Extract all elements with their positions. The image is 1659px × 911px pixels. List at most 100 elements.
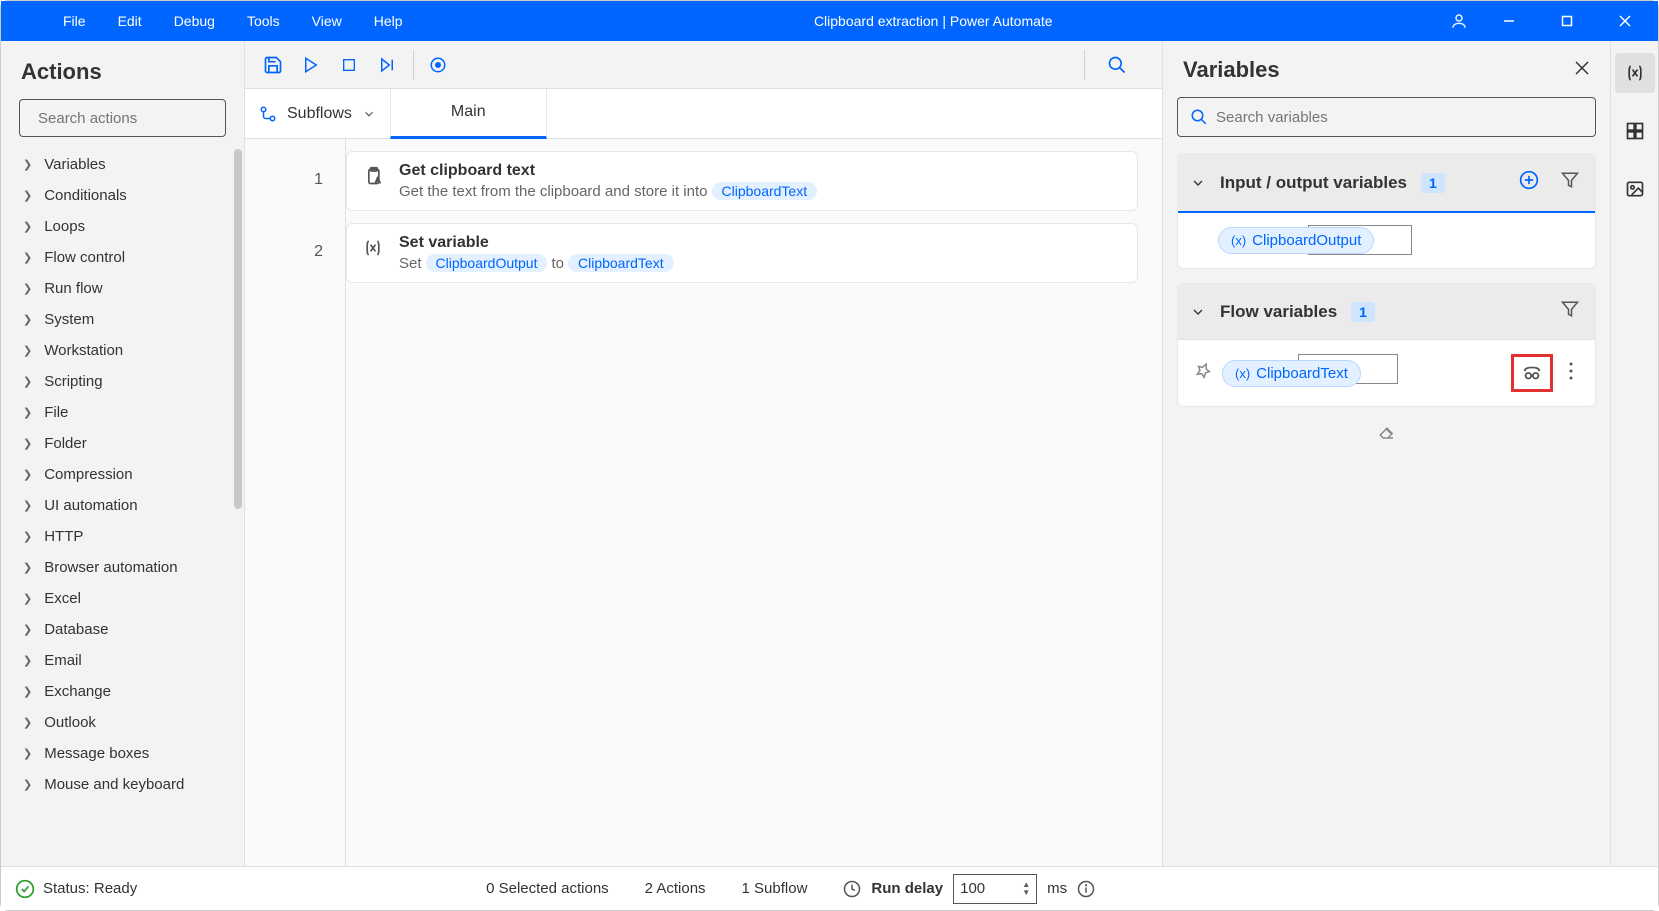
category-http[interactable]: ❯HTTP (1, 521, 244, 552)
chevron-down-icon[interactable] (1190, 304, 1206, 320)
window-title: Clipboard extraction | Power Automate (417, 13, 1450, 29)
menu-tools[interactable]: Tools (233, 9, 294, 33)
category-outlook[interactable]: ❯Outlook (1, 707, 244, 738)
chevron-right-icon: ❯ (23, 499, 32, 512)
actions-panel: Actions ❯Variables ❯Conditionals ❯Loops … (1, 41, 245, 866)
titlebar: File Edit Debug Tools View Help Clipboar… (1, 1, 1658, 41)
spinner-buttons[interactable]: ▲▼ (1022, 881, 1030, 897)
category-conditionals[interactable]: ❯Conditionals (1, 180, 244, 211)
designer-search-button[interactable] (1084, 50, 1148, 80)
step-card[interactable]: Set variable Set ClipboardOutput to Clip… (346, 223, 1138, 283)
category-folder[interactable]: ❯Folder (1, 428, 244, 459)
ready-status-icon (15, 879, 35, 899)
category-database[interactable]: ❯Database (1, 614, 244, 645)
chevron-down-icon[interactable] (1190, 175, 1206, 191)
io-section-title: Input / output variables (1220, 173, 1407, 193)
stop-button[interactable] (335, 51, 363, 79)
subflows-dropdown[interactable]: Subflows (245, 105, 390, 123)
menu-debug[interactable]: Debug (160, 9, 229, 33)
run-delay-input[interactable]: 100 ▲▼ (953, 874, 1037, 904)
chevron-right-icon: ❯ (23, 282, 32, 295)
step-number: 2 (245, 229, 345, 301)
more-options-button[interactable] (1563, 362, 1579, 385)
category-compression[interactable]: ❯Compression (1, 459, 244, 490)
step-title: Set variable (399, 234, 1121, 252)
chevron-right-icon: ❯ (23, 530, 32, 543)
menu-view[interactable]: View (298, 9, 356, 33)
category-ui-automation[interactable]: ❯UI automation (1, 490, 244, 521)
save-button[interactable] (259, 51, 287, 79)
category-excel[interactable]: ❯Excel (1, 583, 244, 614)
flow-variable-row[interactable]: (x)ClipboardText (1178, 340, 1595, 406)
close-button[interactable] (1600, 1, 1650, 41)
delay-unit: ms (1047, 880, 1067, 897)
chevron-right-icon: ❯ (23, 561, 32, 574)
rail-images-button[interactable] (1615, 169, 1655, 209)
maximize-button[interactable] (1542, 1, 1592, 41)
pin-button[interactable] (1194, 362, 1212, 385)
variable-tag[interactable]: (x)ClipboardOutput (1218, 227, 1374, 254)
add-variable-button[interactable] (1515, 166, 1543, 199)
rail-ui-elements-button[interactable] (1615, 111, 1655, 151)
chevron-right-icon: ❯ (23, 375, 32, 388)
category-mouse-keyboard[interactable]: ❯Mouse and keyboard (1, 769, 244, 800)
actions-search[interactable] (19, 99, 226, 137)
variables-search-input[interactable] (1208, 109, 1583, 126)
actions-panel-title: Actions (1, 41, 244, 99)
step-card[interactable]: A Get clipboard text Get the text from t… (346, 151, 1138, 211)
category-system[interactable]: ❯System (1, 304, 244, 335)
step-title: Get clipboard text (399, 162, 1121, 180)
chevron-right-icon: ❯ (23, 313, 32, 326)
chevron-right-icon: ❯ (23, 778, 32, 791)
category-exchange[interactable]: ❯Exchange (1, 676, 244, 707)
record-button[interactable] (424, 51, 452, 79)
variables-search[interactable] (1177, 97, 1596, 137)
variable-tag[interactable]: (x)ClipboardText (1222, 360, 1361, 387)
mark-sensitive-button[interactable] (1511, 354, 1553, 392)
category-scripting[interactable]: ❯Scripting (1, 366, 244, 397)
user-badge[interactable] (1450, 12, 1476, 30)
category-email[interactable]: ❯Email (1, 645, 244, 676)
category-message-boxes[interactable]: ❯Message boxes (1, 738, 244, 769)
step-button[interactable] (373, 51, 401, 79)
clear-variables-button[interactable] (1177, 421, 1596, 447)
chevron-right-icon: ❯ (23, 716, 32, 729)
category-loops[interactable]: ❯Loops (1, 211, 244, 242)
menu-bar: File Edit Debug Tools View Help (1, 9, 417, 33)
run-button[interactable] (297, 51, 325, 79)
chevron-right-icon: ❯ (23, 747, 32, 760)
steps-container: A Get clipboard text Get the text from t… (345, 139, 1162, 866)
svg-text:A: A (376, 178, 381, 185)
menu-edit[interactable]: Edit (104, 9, 156, 33)
subflows-count: 1 Subflow (742, 880, 808, 897)
chevron-right-icon: ❯ (23, 189, 32, 202)
info-icon[interactable] (1077, 880, 1095, 898)
chevron-right-icon: ❯ (23, 685, 32, 698)
close-panel-button[interactable] (1574, 60, 1590, 81)
chevron-right-icon: ❯ (23, 468, 32, 481)
chevron-right-icon: ❯ (23, 623, 32, 636)
category-flow-control[interactable]: ❯Flow control (1, 242, 244, 273)
flow-variables-section: Flow variables 1 (x)ClipboardText (1177, 283, 1596, 407)
category-workstation[interactable]: ❯Workstation (1, 335, 244, 366)
io-variables-section: Input / output variables 1 (x)ClipboardO… (1177, 153, 1596, 269)
chevron-right-icon: ❯ (23, 158, 32, 171)
category-run-flow[interactable]: ❯Run flow (1, 273, 244, 304)
menu-file[interactable]: File (49, 9, 100, 33)
filter-button[interactable] (1557, 167, 1583, 198)
tab-main[interactable]: Main (390, 89, 547, 139)
category-variables[interactable]: ❯Variables (1, 149, 244, 180)
category-browser-automation[interactable]: ❯Browser automation (1, 552, 244, 583)
run-delay-group: Run delay 100 ▲▼ ms (843, 874, 1095, 904)
menu-help[interactable]: Help (360, 9, 417, 33)
step-description: Set ClipboardOutput to ClipboardText (399, 254, 1121, 272)
filter-button[interactable] (1557, 296, 1583, 327)
scrollbar-thumb[interactable] (234, 149, 242, 509)
actions-search-input[interactable] (30, 110, 237, 127)
minimize-button[interactable] (1484, 1, 1534, 41)
rail-variables-button[interactable] (1615, 53, 1655, 93)
variable-chip: ClipboardOutput (426, 254, 548, 272)
statusbar: Status: Ready 0 Selected actions 2 Actio… (1, 866, 1658, 910)
io-variable-row[interactable]: (x)ClipboardOutput (1178, 213, 1595, 268)
category-file[interactable]: ❯File (1, 397, 244, 428)
